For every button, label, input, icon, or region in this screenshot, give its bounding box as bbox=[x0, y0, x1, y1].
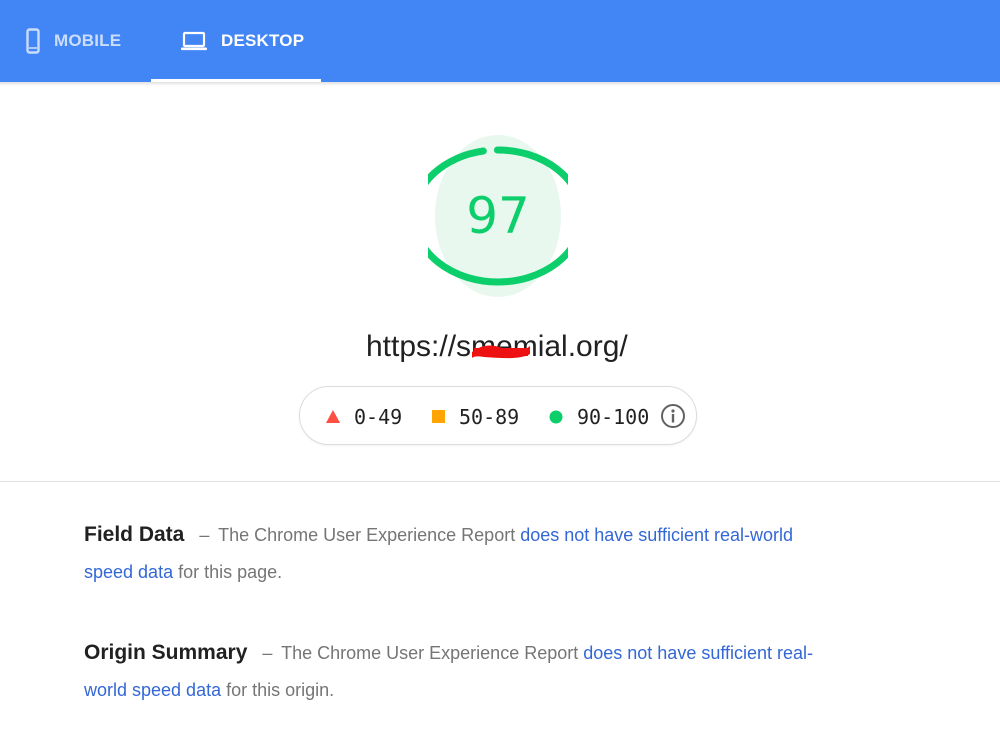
info-icon[interactable] bbox=[660, 403, 686, 434]
field-data-text: The Chrome User Experience Report bbox=[218, 525, 521, 545]
score-legend: 0-49 50-89 90-100 bbox=[299, 386, 697, 445]
legend-range-pass: 90-100 bbox=[577, 404, 650, 429]
smartphone-icon bbox=[26, 28, 40, 54]
origin-summary-text-end: for this origin. bbox=[221, 680, 335, 700]
section-divider bbox=[0, 481, 1000, 482]
field-data-heading: Field Data bbox=[84, 523, 185, 546]
triangle-icon bbox=[326, 410, 340, 423]
legend-range-average: 50-89 bbox=[459, 404, 520, 429]
laptop-icon bbox=[181, 31, 207, 51]
legend-item-fail: 0-49 bbox=[326, 387, 402, 446]
field-data-dash: – bbox=[199, 525, 210, 545]
tab-desktop[interactable]: DESKTOP bbox=[151, 0, 321, 82]
report-header: MOBILE DESKTOP bbox=[0, 0, 1000, 82]
legend-item-pass: 90-100 bbox=[549, 387, 649, 446]
redaction-scribble bbox=[472, 345, 530, 359]
circle-icon bbox=[549, 410, 563, 424]
performance-score: 97 bbox=[466, 187, 530, 245]
origin-summary-heading: Origin Summary bbox=[84, 641, 248, 664]
origin-summary-section: Origin Summary – The Chrome User Experie… bbox=[84, 634, 844, 709]
legend-range-fail: 0-49 bbox=[354, 404, 403, 429]
field-data-section: Field Data – The Chrome User Experience … bbox=[84, 516, 844, 591]
tab-mobile[interactable]: MOBILE bbox=[26, 0, 146, 82]
performance-score-gauge: 97 bbox=[428, 128, 568, 304]
tab-mobile-label: MOBILE bbox=[54, 31, 122, 50]
tab-desktop-label: DESKTOP bbox=[221, 31, 305, 50]
origin-summary-dash: – bbox=[262, 643, 273, 663]
origin-summary-text: The Chrome User Experience Report bbox=[281, 643, 584, 663]
square-icon bbox=[432, 410, 445, 423]
field-data-text-end: for this page. bbox=[173, 562, 283, 582]
header-shadow bbox=[0, 82, 1000, 86]
legend-item-average: 50-89 bbox=[432, 387, 519, 446]
